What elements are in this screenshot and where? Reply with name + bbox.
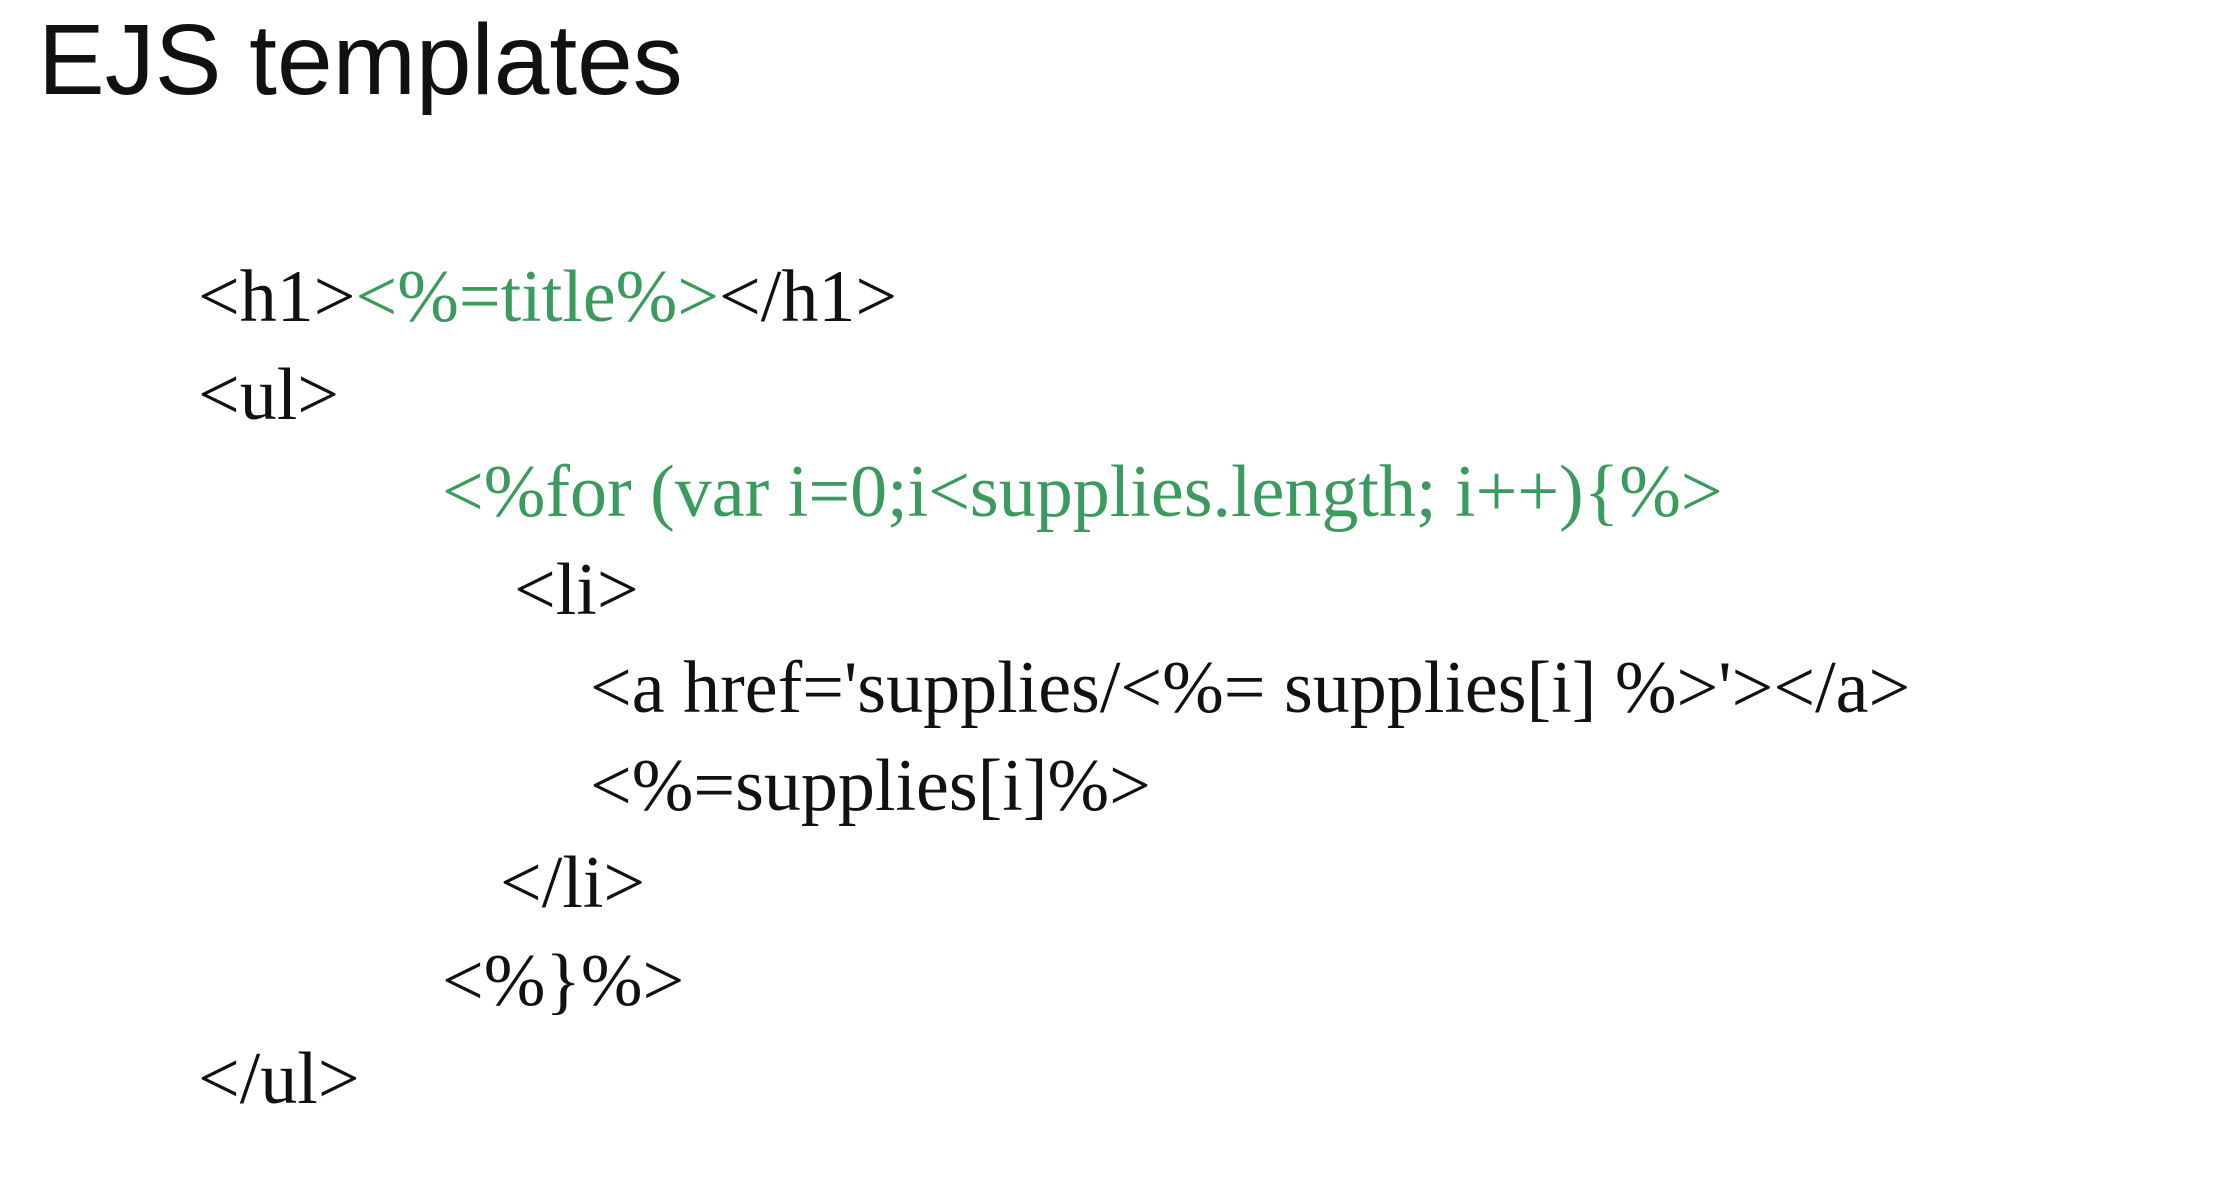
code-line-li-open: <li> bbox=[514, 549, 639, 631]
code-line-h1: <h1><%=title%></h1> bbox=[198, 252, 897, 342]
code-line-supply-output: <%=supplies[i]%> bbox=[590, 745, 1151, 827]
code-block: <h1><%=title%></h1> <ul> <%for (var i=0;… bbox=[0, 0, 2220, 1177]
title-expression: <%=title%> bbox=[355, 256, 720, 338]
code-line-ul-close: </ul> bbox=[198, 1038, 360, 1120]
slide: EJS templates <h1><%=title%></h1> <ul> <… bbox=[0, 0, 2220, 1177]
code-line-for-loop: <%for (var i=0;i<supplies.length; i++){%… bbox=[442, 451, 1723, 533]
code-line-anchor: <a href='supplies/<%= supplies[i] %>'></… bbox=[590, 647, 1911, 729]
h1-close-tag: </h1> bbox=[719, 256, 898, 338]
code-line-ul-open: <ul> bbox=[198, 354, 340, 436]
h1-open-tag: <h1> bbox=[198, 256, 356, 338]
code-line-loop-end: <%}%> bbox=[442, 940, 685, 1022]
code-line-li-close: </li> bbox=[500, 842, 646, 924]
